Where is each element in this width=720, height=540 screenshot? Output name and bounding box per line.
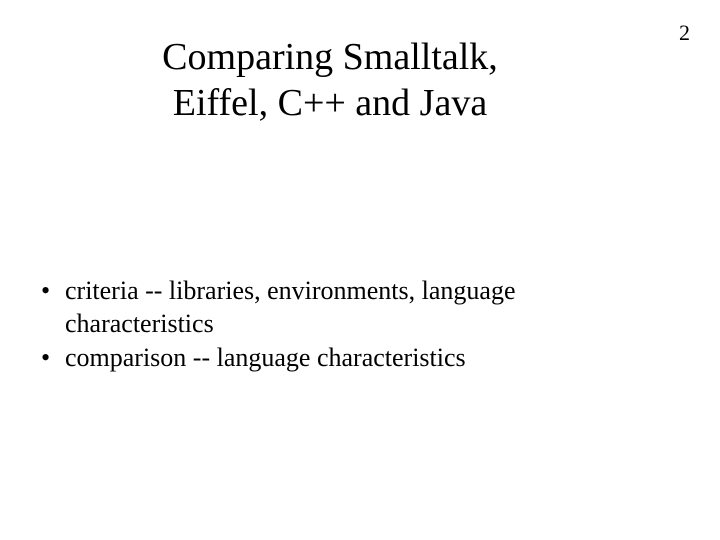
page-number: 2 — [679, 20, 690, 46]
bullet-list: criteria -- libraries, environments, lan… — [35, 275, 670, 377]
list-item: comparison -- language characteristics — [35, 342, 670, 375]
list-item: criteria -- libraries, environments, lan… — [35, 275, 670, 340]
slide-title: Comparing Smalltalk, Eiffel, C++ and Jav… — [110, 35, 550, 126]
